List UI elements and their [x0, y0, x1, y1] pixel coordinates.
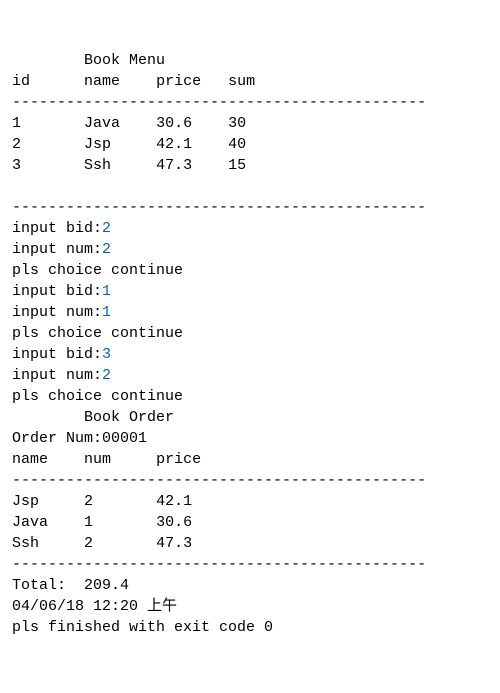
continue-msg: pls choice continue [12, 388, 183, 405]
menu-header-price: price [156, 73, 201, 90]
input-num-label: input num: [12, 241, 102, 258]
order-num-value: 00001 [102, 430, 147, 447]
exit-message: pls finished with exit code 0 [12, 619, 273, 636]
input-bid-value: 1 [102, 283, 111, 300]
menu-title: Book Menu [84, 52, 165, 69]
input-bid-value: 3 [102, 346, 111, 363]
continue-msg: pls choice continue [12, 262, 183, 279]
order-header-name: name [12, 451, 48, 468]
console-output: Book Menu id name price sum ------------… [12, 52, 426, 636]
input-bid-label: input bid: [12, 346, 102, 363]
input-num-label: input num: [12, 304, 102, 321]
continue-msg: pls choice continue [12, 325, 183, 342]
menu-row: 2 Jsp 42.1 40 [12, 136, 246, 153]
order-row: Ssh 2 47.3 [12, 535, 192, 552]
input-num-label: input num: [12, 367, 102, 384]
input-num-value: 2 [102, 241, 111, 258]
timestamp: 04/06/18 12:20 上午 [12, 598, 177, 615]
total-value: 209.4 [84, 577, 129, 594]
order-num-label: Order Num: [12, 430, 102, 447]
menu-row: 1 Java 30.6 30 [12, 115, 246, 132]
input-bid-label: input bid: [12, 220, 102, 237]
input-bid-value: 2 [102, 220, 111, 237]
separator: ----------------------------------------… [12, 199, 426, 216]
menu-header-name: name [84, 73, 120, 90]
input-num-value: 2 [102, 367, 111, 384]
separator: ----------------------------------------… [12, 94, 426, 111]
order-row: Jsp 2 42.1 [12, 493, 192, 510]
input-bid-label: input bid: [12, 283, 102, 300]
order-header-num: num [84, 451, 111, 468]
menu-header-id: id [12, 73, 30, 90]
total-label: Total: [12, 577, 66, 594]
input-num-value: 1 [102, 304, 111, 321]
order-title: Book Order [84, 409, 174, 426]
order-row: Java 1 30.6 [12, 514, 192, 531]
menu-header-sum: sum [228, 73, 255, 90]
separator: ----------------------------------------… [12, 556, 426, 573]
order-header-price: price [156, 451, 201, 468]
menu-row: 3 Ssh 47.3 15 [12, 157, 246, 174]
separator: ----------------------------------------… [12, 472, 426, 489]
